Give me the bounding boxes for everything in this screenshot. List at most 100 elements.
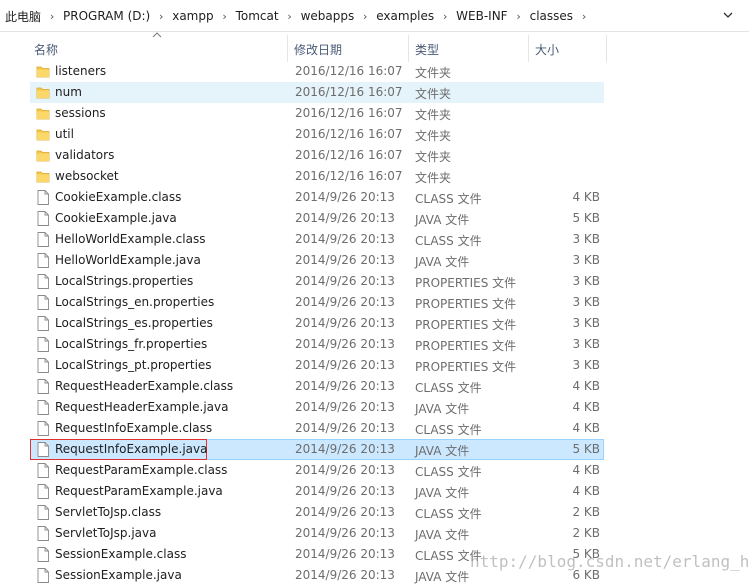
file-row[interactable]: sessions 2016/12/16 16:07 文件夹 bbox=[0, 103, 749, 124]
file-row[interactable]: HelloWorldExample.class 2014/9/26 20:13 CL… bbox=[0, 229, 749, 250]
file-row[interactable]: LocalStrings_en.properties 2014/9/26 20:1… bbox=[0, 292, 749, 313]
file-row[interactable]: LocalStrings_pt.properties 2014/9/26 20:1… bbox=[0, 355, 749, 376]
file-row[interactable]: RequestHeaderExample.class 2014/9/26 20:1… bbox=[0, 376, 749, 397]
breadcrumb-item[interactable]: classes bbox=[530, 9, 573, 23]
file-name: CookieExample.java bbox=[55, 211, 177, 225]
file-row[interactable]: util 2016/12/16 16:07 文件夹 bbox=[0, 124, 749, 145]
breadcrumb-item[interactable]: 此电脑 bbox=[5, 8, 41, 25]
file-date: 2016/12/16 16:07 bbox=[295, 169, 403, 183]
file-size: 2 KB bbox=[572, 526, 600, 540]
file-name: validators bbox=[55, 148, 115, 162]
chevron-right-icon[interactable]: › bbox=[573, 10, 595, 23]
file-row[interactable]: CookieExample.java 2014/9/26 20:13 JAVA 文件… bbox=[0, 208, 749, 229]
file-name: websocket bbox=[55, 169, 119, 183]
file-name: SessionExample.java bbox=[55, 568, 182, 582]
file-name: LocalStrings_pt.properties bbox=[55, 358, 212, 372]
file-date: 2014/9/26 20:13 bbox=[295, 274, 395, 288]
file-size: 3 KB bbox=[572, 232, 600, 246]
chevron-right-icon[interactable]: › bbox=[214, 10, 236, 23]
file-row[interactable]: RequestInfoExample.java 2014/9/26 20:13 JA… bbox=[0, 439, 749, 460]
file-row[interactable]: validators 2016/12/16 16:07 文件夹 bbox=[0, 145, 749, 166]
breadcrumb-item[interactable]: WEB-INF bbox=[456, 9, 507, 23]
file-date: 2016/12/16 16:07 bbox=[295, 64, 403, 78]
column-header-date[interactable]: 修改日期 bbox=[294, 41, 342, 58]
file-size: 2 KB bbox=[572, 505, 600, 519]
column-divider[interactable] bbox=[408, 35, 409, 62]
file-row[interactable]: RequestHeaderExample.java 2014/9/26 20:13… bbox=[0, 397, 749, 418]
file-date: 2016/12/16 16:07 bbox=[295, 106, 403, 120]
file-name: HelloWorldExample.class bbox=[55, 232, 206, 246]
file-icon bbox=[36, 547, 50, 562]
chevron-down-icon[interactable] bbox=[721, 8, 735, 22]
chevron-right-icon[interactable]: › bbox=[279, 10, 301, 23]
file-type: CLASS 文件 bbox=[415, 234, 482, 248]
file-size: 3 KB bbox=[572, 274, 600, 288]
file-row[interactable]: RequestParamExample.java 2014/9/26 20:13 J… bbox=[0, 481, 749, 502]
file-date: 2016/12/16 16:07 bbox=[295, 85, 403, 99]
file-type: JAVA 文件 bbox=[415, 528, 470, 542]
column-header-size[interactable]: 大小 bbox=[535, 41, 559, 58]
file-size: 5 KB bbox=[572, 442, 600, 456]
file-type: CLASS 文件 bbox=[415, 507, 482, 521]
file-row[interactable]: websocket 2016/12/16 16:07 文件夹 bbox=[0, 166, 749, 187]
file-type: CLASS 文件 bbox=[415, 465, 482, 479]
file-icon bbox=[36, 358, 50, 373]
column-divider[interactable] bbox=[528, 35, 529, 62]
address-bar[interactable]: 此电脑 › PROGRAM (D:) › xampp › Tomcat › webapps › ex… bbox=[0, 0, 749, 32]
file-name: ServletToJsp.class bbox=[55, 505, 162, 519]
file-row[interactable]: listeners 2016/12/16 16:07 文件夹 bbox=[0, 61, 749, 82]
breadcrumb-item[interactable]: xampp bbox=[172, 9, 213, 23]
file-name: LocalStrings.properties bbox=[55, 274, 194, 288]
file-row[interactable]: LocalStrings.properties 2014/9/26 20:13 PR… bbox=[0, 271, 749, 292]
file-name: LocalStrings_fr.properties bbox=[55, 337, 208, 351]
file-row[interactable]: ServletToJsp.java 2014/9/26 20:13 JAVA 文件 2… bbox=[0, 523, 749, 544]
file-icon bbox=[36, 190, 50, 205]
file-size: 4 KB bbox=[572, 379, 600, 393]
file-row[interactable]: num 2016/12/16 16:07 文件夹 bbox=[0, 82, 749, 103]
chevron-right-icon[interactable]: › bbox=[434, 10, 456, 23]
chevron-right-icon[interactable]: › bbox=[150, 10, 172, 23]
file-date: 2014/9/26 20:13 bbox=[295, 295, 395, 309]
file-type: PROPERTIES 文件 bbox=[415, 297, 517, 311]
file-type: CLASS 文件 bbox=[415, 192, 482, 206]
breadcrumb-item[interactable]: Tomcat bbox=[236, 9, 279, 23]
breadcrumb-item[interactable]: examples bbox=[376, 9, 434, 23]
file-name: RequestHeaderExample.java bbox=[55, 400, 229, 414]
file-row[interactable]: HelloWorldExample.java 2014/9/26 20:13 JAV… bbox=[0, 250, 749, 271]
file-size: 4 KB bbox=[572, 190, 600, 204]
file-date: 2014/9/26 20:13 bbox=[295, 568, 395, 582]
column-header-name[interactable]: 名称 bbox=[34, 41, 58, 58]
breadcrumb-item[interactable]: PROGRAM (D:) bbox=[63, 9, 150, 23]
file-name: num bbox=[55, 85, 82, 99]
file-date: 2014/9/26 20:13 bbox=[295, 211, 395, 225]
file-date: 2014/9/26 20:13 bbox=[295, 547, 395, 561]
folder-icon bbox=[36, 127, 50, 142]
file-date: 2014/9/26 20:13 bbox=[295, 400, 395, 414]
file-icon bbox=[36, 400, 50, 415]
file-size: 3 KB bbox=[572, 253, 600, 267]
file-icon bbox=[36, 232, 50, 247]
column-header-type[interactable]: 类型 bbox=[415, 41, 439, 58]
file-row[interactable]: RequestInfoExample.class 2014/9/26 20:13 C… bbox=[0, 418, 749, 439]
file-icon bbox=[36, 211, 50, 226]
column-divider[interactable] bbox=[287, 35, 288, 62]
file-name: util bbox=[55, 127, 74, 141]
file-row[interactable]: RequestParamExample.class 2014/9/26 20:13… bbox=[0, 460, 749, 481]
file-row[interactable]: CookieExample.class 2014/9/26 20:13 CLASS … bbox=[0, 187, 749, 208]
chevron-right-icon[interactable]: › bbox=[508, 10, 530, 23]
file-type: PROPERTIES 文件 bbox=[415, 276, 517, 290]
file-row[interactable]: ServletToJsp.class 2014/9/26 20:13 CLASS 文… bbox=[0, 502, 749, 523]
folder-icon bbox=[36, 106, 50, 121]
file-type: 文件夹 bbox=[415, 129, 452, 143]
chevron-right-icon[interactable]: › bbox=[41, 10, 63, 23]
file-name: RequestInfoExample.java bbox=[55, 442, 208, 456]
column-divider[interactable] bbox=[606, 35, 607, 62]
chevron-right-icon[interactable]: › bbox=[354, 10, 376, 23]
file-size: 5 KB bbox=[572, 211, 600, 225]
file-row[interactable]: LocalStrings_fr.properties 2014/9/26 20:1… bbox=[0, 334, 749, 355]
file-row[interactable]: LocalStrings_es.properties 2014/9/26 20:1… bbox=[0, 313, 749, 334]
folder-icon bbox=[36, 64, 50, 79]
breadcrumb-item[interactable]: webapps bbox=[301, 9, 355, 23]
file-type: 文件夹 bbox=[415, 171, 452, 185]
file-name: CookieExample.class bbox=[55, 190, 182, 204]
